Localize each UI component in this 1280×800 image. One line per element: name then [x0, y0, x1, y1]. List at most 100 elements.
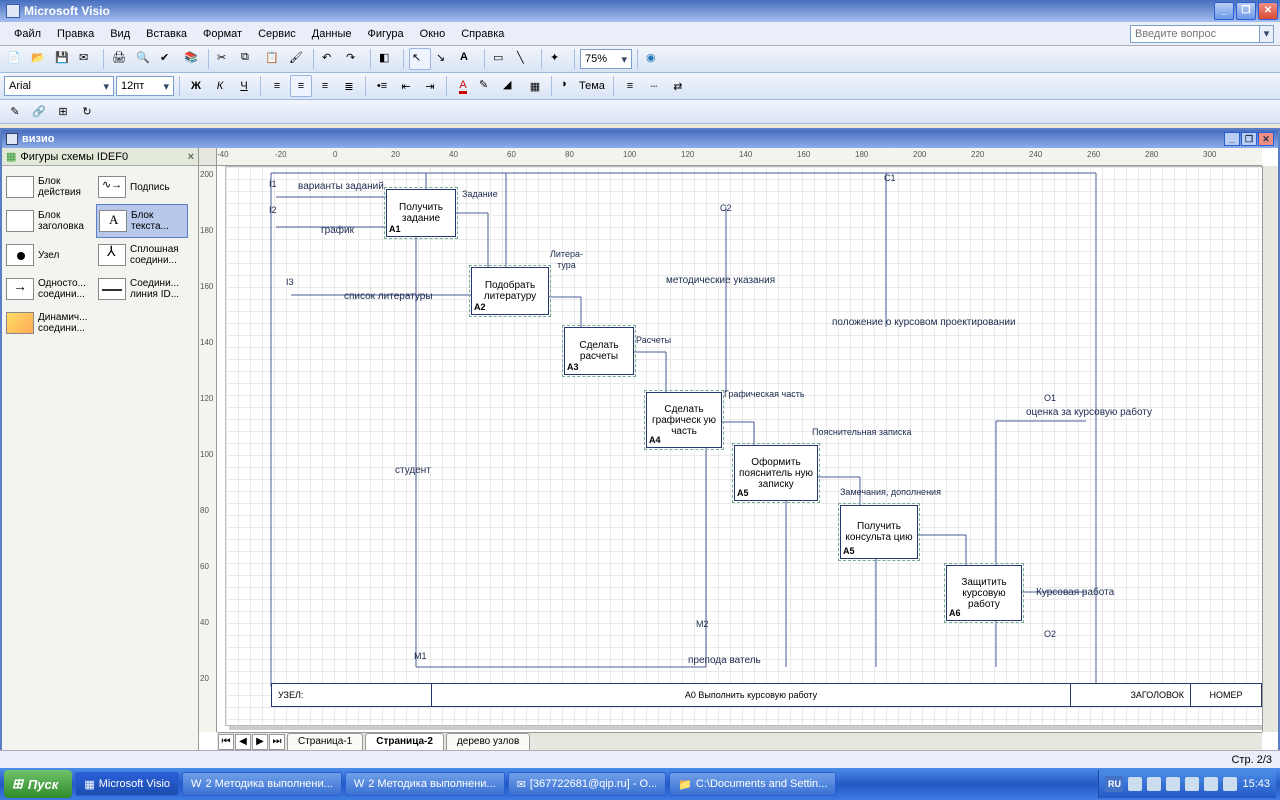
menu-shape[interactable]: Фигура [360, 25, 412, 43]
font-name-combo[interactable]: Arial▾ [4, 76, 114, 96]
paste-button[interactable]: 📋 [262, 48, 284, 70]
next-page-button[interactable]: ▶ [252, 734, 268, 750]
tray-icon[interactable] [1166, 777, 1180, 791]
tray-icon[interactable] [1223, 777, 1237, 791]
undo-button[interactable]: ↶ [319, 48, 341, 70]
pointer-tool[interactable]: ↖ [409, 48, 431, 70]
shape-title-block[interactable]: Блок заголовка [4, 204, 96, 238]
rectangle-tool[interactable]: ▭ [490, 48, 512, 70]
canvas[interactable]: УЗЕЛ: A0 Выполнить курсовую работу ЗАГОЛ… [217, 166, 1262, 732]
menu-format[interactable]: Формат [195, 25, 250, 43]
cut-button[interactable]: ✂ [214, 48, 236, 70]
idef0-block-A4[interactable]: Сделать графическ ую частьA4 [646, 392, 722, 448]
minimize-button[interactable]: _ [1214, 2, 1234, 20]
maximize-button[interactable]: ❐ [1236, 2, 1256, 20]
page-tab-1[interactable]: Страница-1 [287, 733, 363, 750]
tray-icon[interactable] [1185, 777, 1199, 791]
shape-block-action[interactable]: Блок действия [4, 170, 96, 204]
connector-tool[interactable]: ↘ [433, 48, 455, 70]
menu-window[interactable]: Окно [412, 25, 454, 43]
open-button[interactable]: 📂 [28, 48, 50, 70]
align-center-button[interactable]: ≡ [290, 75, 312, 97]
prev-page-button[interactable]: ◀ [235, 734, 251, 750]
line-weight-button[interactable]: ≡ [619, 75, 641, 97]
idef0-block-A3[interactable]: Сделать расчетыA3 [564, 327, 634, 375]
new-button[interactable]: 📄 [4, 48, 26, 70]
menu-data[interactable]: Данные [304, 25, 360, 43]
clock[interactable]: 15:43 [1242, 778, 1270, 790]
doc-minimize-button[interactable]: _ [1224, 132, 1240, 146]
spell-button[interactable]: ✔ [157, 48, 179, 70]
start-button[interactable]: ⊞ Пуск [4, 770, 72, 798]
doc-restore-button[interactable]: ❐ [1241, 132, 1257, 146]
print-button[interactable]: 🖨 [109, 48, 131, 70]
language-indicator[interactable]: RU [1105, 776, 1123, 792]
ruler-vertical[interactable]: 20018016014012010080604020 [199, 166, 217, 732]
last-page-button[interactable]: ⏭ [269, 734, 285, 750]
menu-edit[interactable]: Правка [49, 25, 102, 43]
underline-button[interactable]: Ч [233, 75, 255, 97]
menu-help[interactable]: Справка [453, 25, 512, 43]
mail-button[interactable]: ✉ [76, 48, 98, 70]
format-painter-button[interactable]: 🖌 [286, 48, 308, 70]
text-tool[interactable]: A [457, 48, 479, 70]
shapes-close-button[interactable]: × [188, 151, 194, 163]
help-button[interactable]: ◉ [643, 48, 665, 70]
taskbar-item-explorer[interactable]: 📁C:\Documents and Settin... [669, 772, 836, 796]
close-button[interactable]: ✕ [1258, 2, 1278, 20]
shape-label[interactable]: Подпись [96, 170, 188, 204]
italic-button[interactable]: К [209, 75, 231, 97]
ink-button[interactable]: ✎ [4, 101, 26, 123]
drawing-page[interactable]: УЗЕЛ: A0 Выполнить курсовую работу ЗАГОЛ… [225, 166, 1262, 726]
inc-indent-button[interactable]: ⇥ [419, 75, 441, 97]
menu-insert[interactable]: Вставка [138, 25, 195, 43]
ask-question-box[interactable]: ▾ [1130, 25, 1274, 43]
taskbar-item-word1[interactable]: W2 Методика выполнени... [182, 772, 342, 796]
shadow-button[interactable]: ▦ [524, 75, 546, 97]
align-left-button[interactable]: ≡ [266, 75, 288, 97]
taskbar-item-word2[interactable]: W2 Методика выполнени... [345, 772, 505, 796]
line-color-button[interactable]: ✎ [476, 75, 498, 97]
font-size-combo[interactable]: 12пт▾ [116, 76, 174, 96]
shape-oneway-connector[interactable]: Односто... соедини... [4, 272, 96, 306]
line-ends-button[interactable]: ⇄ [667, 75, 689, 97]
doc-close-button[interactable]: ✕ [1258, 132, 1274, 146]
line-tool[interactable]: ╲ [514, 48, 536, 70]
redo-button[interactable]: ↷ [343, 48, 365, 70]
idef0-block-A2[interactable]: Подобрать литературуA2 [471, 267, 549, 315]
line-pattern-button[interactable]: ┈ [643, 75, 665, 97]
shape-node[interactable]: Узел [4, 238, 96, 272]
vertical-scrollbar[interactable] [1262, 166, 1278, 732]
menu-tools[interactable]: Сервис [250, 25, 304, 43]
menu-file[interactable]: Файл [6, 25, 49, 43]
shape-solid-connector[interactable]: Сплошная соедини... [96, 238, 188, 272]
research-button[interactable]: 📚 [181, 48, 203, 70]
menu-view[interactable]: Вид [102, 25, 138, 43]
stamp-tool[interactable]: ✦ [547, 48, 569, 70]
idef0-block-A5[interactable]: Оформить пояснитель ную запискуA5 [734, 445, 818, 501]
font-color-button[interactable]: A [452, 75, 474, 97]
first-page-button[interactable]: ⏮ [218, 734, 234, 750]
tray-icon[interactable] [1128, 777, 1142, 791]
zoom-combo[interactable]: 75%▾ [580, 49, 632, 69]
align-justify-button[interactable]: ≣ [338, 75, 360, 97]
bullets-button[interactable]: •≡ [371, 75, 393, 97]
save-button[interactable]: 💾 [52, 48, 74, 70]
link-button[interactable]: 🔗 [28, 101, 50, 123]
insert-button[interactable]: ⊞ [52, 101, 74, 123]
taskbar-item-qip[interactable]: ✉[367722681@qip.ru] - O... [508, 772, 667, 796]
tray-icon[interactable] [1204, 777, 1218, 791]
shape-id-connector[interactable]: Соедини... линия ID... [96, 272, 188, 306]
shape-dynamic-connector[interactable]: Динамич... соедини... [4, 306, 96, 340]
shapes-button[interactable]: ◧ [376, 48, 398, 70]
refresh-button[interactable]: ↻ [76, 101, 98, 123]
shape-text-block[interactable]: Блок текста... [96, 204, 188, 238]
ask-question-input[interactable] [1130, 25, 1260, 43]
dec-indent-button[interactable]: ⇤ [395, 75, 417, 97]
theme-button[interactable]: ◑Тема [557, 75, 608, 97]
page-tab-3[interactable]: дерево узлов [446, 733, 530, 750]
idef0-block-A1[interactable]: Получить заданиеA1 [386, 189, 456, 237]
ask-question-dropdown[interactable]: ▾ [1260, 25, 1274, 43]
bold-button[interactable]: Ж [185, 75, 207, 97]
idef0-block-A5b[interactable]: Получить консульта циюA5 [840, 505, 918, 559]
